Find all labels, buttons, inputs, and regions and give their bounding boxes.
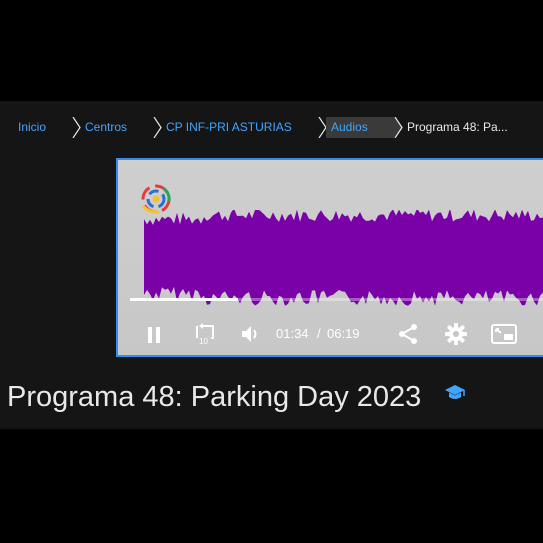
- breadcrumb: Inicio Centros CP INF-PRI ASTURIAS Audio…: [8, 117, 543, 138]
- breadcrumb-audios[interactable]: Audios: [326, 117, 394, 138]
- current-time: 01:34: [276, 326, 309, 341]
- waveform-shape: [144, 210, 543, 306]
- time-separator: /: [317, 326, 321, 341]
- picture-in-picture-icon[interactable]: [491, 324, 517, 344]
- graduation-cap-icon: [445, 385, 465, 399]
- share-icon[interactable]: [397, 323, 419, 345]
- breadcrumb-current: Programa 48: Pa...: [407, 120, 508, 134]
- chevron-right-icon: [153, 117, 162, 138]
- chevron-right-icon: [72, 117, 81, 138]
- progress-fill: [130, 298, 238, 301]
- duration: 06:19: [327, 326, 360, 341]
- page-title: Programa 48: Parking Day 2023: [7, 381, 422, 413]
- breadcrumb-centros[interactable]: Centros: [85, 117, 127, 138]
- audio-waveform[interactable]: [144, 210, 543, 306]
- progress-bar[interactable]: [130, 298, 543, 301]
- settings-icon[interactable]: [445, 323, 467, 345]
- pause-icon[interactable]: [146, 326, 162, 344]
- breadcrumb-centro[interactable]: CP INF-PRI ASTURIAS: [166, 117, 292, 138]
- audio-player[interactable]: 10 01:34 / 06:19: [116, 158, 543, 357]
- replay-10-icon[interactable]: 10: [193, 323, 217, 345]
- volume-icon[interactable]: [241, 325, 261, 343]
- svg-text:10: 10: [199, 337, 208, 345]
- chevron-right-icon: [394, 117, 403, 138]
- breadcrumb-inicio[interactable]: Inicio: [18, 117, 46, 138]
